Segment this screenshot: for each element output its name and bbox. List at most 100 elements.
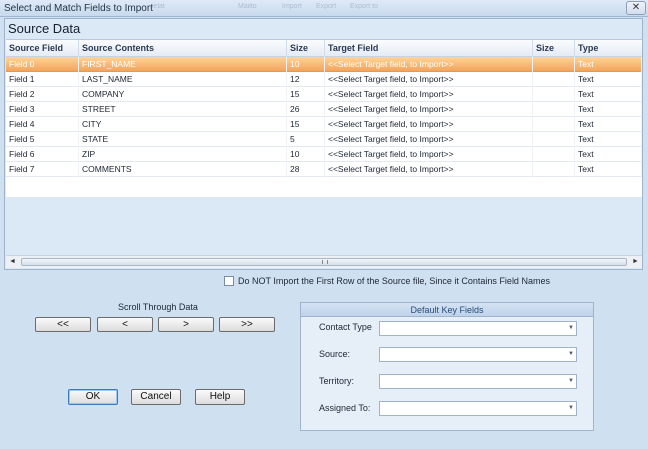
cell-size: 26 xyxy=(287,102,325,117)
cell-target-field[interactable]: <<Select Target field, to Import>> xyxy=(325,72,533,87)
grid-empty-area xyxy=(6,197,642,255)
grid-header: Source Field Source Contents Size Target… xyxy=(6,40,642,57)
cell-size: 15 xyxy=(287,87,325,102)
table-row[interactable]: Field 4 CITY 15 <<Select Target field, to I… xyxy=(6,117,642,132)
contact-type-label: Contact Type xyxy=(319,322,372,332)
cell-source-contents: CITY xyxy=(79,117,287,132)
column-header-source-field[interactable]: Source Field xyxy=(6,40,79,57)
cancel-button[interactable]: Cancel xyxy=(131,389,181,405)
first-record-button[interactable]: << xyxy=(35,317,91,332)
table-row[interactable]: Field 6 ZIP 10 <<Select Target field, to Im… xyxy=(6,147,642,162)
cell-target-size xyxy=(533,102,575,117)
column-header-type[interactable]: Type xyxy=(575,40,642,57)
scrollbar-thumb[interactable] xyxy=(21,258,627,266)
default-key-fields-title: Default Key Fields xyxy=(301,303,593,317)
cell-source-contents: COMPANY xyxy=(79,87,287,102)
cell-size: 10 xyxy=(287,57,325,72)
cell-target-size xyxy=(533,57,575,72)
cell-target-size xyxy=(533,117,575,132)
cell-type: Text xyxy=(575,87,642,102)
cell-type: Text xyxy=(575,102,642,117)
close-button[interactable]: ✕ xyxy=(626,1,646,15)
cell-size: 10 xyxy=(287,147,325,162)
cell-size: 5 xyxy=(287,132,325,147)
scroll-left-icon[interactable]: ◄ xyxy=(6,256,19,268)
ok-button[interactable]: OK xyxy=(68,389,118,405)
cell-target-field[interactable]: <<Select Target field, to Import>> xyxy=(325,117,533,132)
cell-type: Text xyxy=(575,72,642,87)
source-label: Source: xyxy=(319,349,351,359)
column-header-target-size[interactable]: Size xyxy=(533,40,575,57)
table-row[interactable]: Field 1 LAST_NAME 12 <<Select Target field,… xyxy=(6,72,642,87)
chevron-down-icon[interactable]: ▼ xyxy=(568,378,574,384)
source-select[interactable]: ▼ xyxy=(379,347,577,362)
scroll-right-icon[interactable]: ► xyxy=(629,256,642,268)
cell-source-contents: STREET xyxy=(79,102,287,117)
cell-source-field: Field 6 xyxy=(6,147,79,162)
chevron-down-icon[interactable]: ▼ xyxy=(568,351,574,357)
column-header-target-field[interactable]: Target Field xyxy=(325,40,533,57)
cell-type: Text xyxy=(575,132,642,147)
cell-source-field: Field 5 xyxy=(6,132,79,147)
background-toolbar-ghost-text: Import xyxy=(282,3,302,10)
cell-source-field: Field 2 xyxy=(6,87,79,102)
assigned-to-select[interactable]: ▼ xyxy=(379,401,577,416)
cell-target-field[interactable]: <<Select Target field, to Import>> xyxy=(325,57,533,72)
chevron-down-icon[interactable]: ▼ xyxy=(568,405,574,411)
cell-target-field[interactable]: <<Select Target field, to Import>> xyxy=(325,102,533,117)
cell-target-field[interactable]: <<Select Target field, to Import>> xyxy=(325,147,533,162)
cell-source-contents: ZIP xyxy=(79,147,287,162)
window-title: Select and Match Fields to Import xyxy=(4,3,153,14)
cell-size: 12 xyxy=(287,72,325,87)
skip-first-row-checkbox[interactable] xyxy=(224,276,234,286)
cell-target-field[interactable]: <<Select Target field, to Import>> xyxy=(325,87,533,102)
cell-size: 28 xyxy=(287,162,325,177)
cell-source-contents: FIRST_NAME xyxy=(79,57,287,72)
cell-source-field: Field 0 xyxy=(6,57,79,72)
close-icon: ✕ xyxy=(631,2,641,13)
cell-source-contents: COMMENTS xyxy=(79,162,287,177)
background-toolbar-ghost-text: Export to xyxy=(350,3,379,10)
cell-target-field[interactable]: <<Select Target field, to Import>> xyxy=(325,132,533,147)
skip-first-row-label[interactable]: Do NOT Import the First Row of the Sourc… xyxy=(238,276,550,286)
assigned-to-label: Assigned To: xyxy=(319,403,371,413)
previous-record-button[interactable]: < xyxy=(97,317,153,332)
table-row[interactable]: Field 0 FIRST_NAME 10 <<Select Target field… xyxy=(6,57,642,72)
territory-select[interactable]: ▼ xyxy=(379,374,577,389)
column-header-size[interactable]: Size xyxy=(287,40,325,57)
cell-target-size xyxy=(533,72,575,87)
cell-target-size xyxy=(533,147,575,162)
cell-source-contents: STATE xyxy=(79,132,287,147)
background-toolbar-ghost-text: Export xyxy=(316,3,337,10)
background-toolbar-ghost-text: Mailto xyxy=(238,3,257,10)
cell-type: Text xyxy=(575,57,642,72)
next-record-button[interactable]: > xyxy=(158,317,214,332)
table-row[interactable]: Field 2 COMPANY 15 <<Select Target field, t… xyxy=(6,87,642,102)
cell-source-field: Field 7 xyxy=(6,162,79,177)
cell-target-field[interactable]: <<Select Target field, to Import>> xyxy=(325,162,533,177)
contact-type-select[interactable]: ▼ xyxy=(379,321,577,336)
help-button[interactable]: Help xyxy=(195,389,245,405)
cell-source-contents: LAST_NAME xyxy=(79,72,287,87)
cell-type: Text xyxy=(575,147,642,162)
table-row[interactable]: Field 3 STREET 26 <<Select Target field, to… xyxy=(6,102,642,117)
cell-type: Text xyxy=(575,117,642,132)
background-toolbar-ghost-text: ielat xyxy=(152,3,165,10)
cell-source-field: Field 4 xyxy=(6,117,79,132)
horizontal-scrollbar[interactable]: ◄ ► xyxy=(6,255,642,268)
default-key-fields-group: Default Key Fields Contact Type ▼ Source… xyxy=(300,302,594,431)
cell-type: Text xyxy=(575,162,642,177)
table-row[interactable]: Field 7 COMMENTS 28 <<Select Target field, … xyxy=(6,162,642,177)
cell-target-size xyxy=(533,162,575,177)
column-header-source-contents[interactable]: Source Contents xyxy=(79,40,287,57)
table-row[interactable]: Field 5 STATE 5 <<Select Target field, to I… xyxy=(6,132,642,147)
cell-size: 15 xyxy=(287,117,325,132)
cell-target-size xyxy=(533,132,575,147)
source-data-panel: Source Data Source Field Source Contents… xyxy=(4,18,643,270)
section-title: Source Data xyxy=(8,21,81,36)
territory-label: Territory: xyxy=(319,376,355,386)
last-record-button[interactable]: >> xyxy=(219,317,275,332)
grip-icon xyxy=(322,260,328,264)
chevron-down-icon[interactable]: ▼ xyxy=(568,325,574,331)
cell-target-size xyxy=(533,87,575,102)
